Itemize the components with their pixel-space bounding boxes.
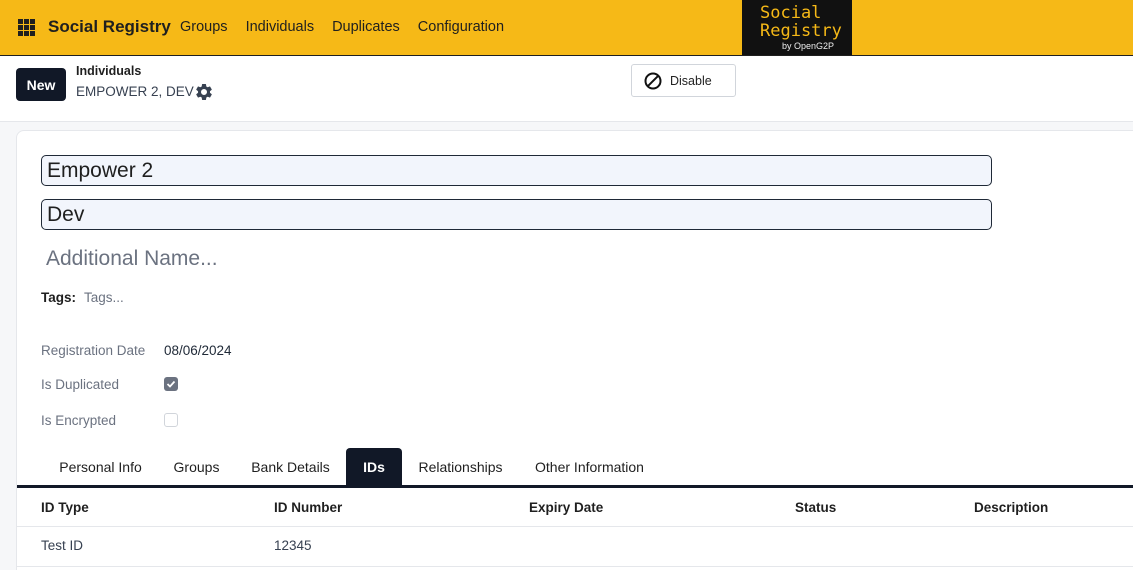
- logo-line-2: Registry: [760, 21, 842, 41]
- column-header-id-number[interactable]: ID Number: [274, 500, 342, 515]
- table-cell-id-type[interactable]: Test ID: [41, 538, 83, 553]
- column-header-expiry-date[interactable]: Expiry Date: [529, 500, 603, 515]
- tab-groups[interactable]: Groups: [158, 448, 235, 485]
- new-button[interactable]: New: [16, 68, 66, 101]
- disable-icon: [644, 72, 662, 89]
- menu-item-individuals[interactable]: Individuals: [246, 19, 315, 35]
- tab-bank-details[interactable]: Bank Details: [235, 448, 346, 485]
- registration-date-label: Registration Date: [41, 343, 146, 358]
- top-navbar: Social Registry Groups Individuals Dupli…: [0, 0, 1133, 56]
- column-header-status[interactable]: Status: [795, 500, 836, 515]
- notebook-tabs: Personal Info Groups Bank Details IDs Re…: [17, 448, 1133, 488]
- is-duplicated-checkbox[interactable]: [164, 377, 178, 391]
- gear-icon[interactable]: [194, 82, 214, 102]
- is-encrypted-checkbox[interactable]: [164, 413, 178, 427]
- form-sheet: Empower 2 Dev Additional Name... Tags: T…: [16, 130, 1133, 570]
- control-panel: New Individuals EMPOWER 2, DEV Disable: [0, 56, 1133, 122]
- tags-input[interactable]: Tags...: [84, 290, 124, 305]
- is-duplicated-label: Is Duplicated: [41, 377, 120, 392]
- table-row-divider: [17, 566, 1133, 567]
- menu-item-configuration[interactable]: Configuration: [418, 19, 504, 35]
- column-header-description[interactable]: Description: [974, 500, 1048, 515]
- tab-relationships[interactable]: Relationships: [402, 448, 519, 485]
- breadcrumb-individuals[interactable]: Individuals: [76, 64, 141, 78]
- menu-item-duplicates[interactable]: Duplicates: [332, 19, 400, 35]
- tags-label: Tags:: [41, 290, 77, 305]
- additional-name-input[interactable]: Additional Name...: [46, 247, 218, 271]
- is-encrypted-label: Is Encrypted: [41, 413, 117, 428]
- disable-button[interactable]: Disable: [631, 64, 736, 97]
- table-cell-id-number[interactable]: 12345: [274, 538, 312, 553]
- logo-line-3: by OpenG2P: [782, 41, 835, 51]
- given-name-input[interactable]: Dev: [41, 199, 992, 230]
- app-brand[interactable]: Social Registry: [48, 17, 171, 37]
- menu-item-groups[interactable]: Groups: [180, 19, 228, 35]
- family-name-input[interactable]: Empower 2: [41, 155, 992, 186]
- check-icon: [166, 380, 176, 388]
- disable-label: Disable: [670, 73, 712, 88]
- tab-other-information[interactable]: Other Information: [519, 448, 660, 485]
- breadcrumb-current-record: EMPOWER 2, DEV: [76, 84, 194, 99]
- apps-menu-icon[interactable]: [18, 19, 35, 36]
- column-header-id-type[interactable]: ID Type: [41, 500, 89, 515]
- main-menu: Groups Individuals Duplicates Configurat…: [180, 19, 522, 35]
- tab-personal-info[interactable]: Personal Info: [43, 448, 158, 485]
- tab-ids[interactable]: IDs: [346, 448, 402, 485]
- table-header-divider: [17, 526, 1133, 527]
- social-registry-logo: Social Registry by OpenG2P: [742, 0, 852, 55]
- registration-date-value[interactable]: 08/06/2024: [164, 343, 232, 358]
